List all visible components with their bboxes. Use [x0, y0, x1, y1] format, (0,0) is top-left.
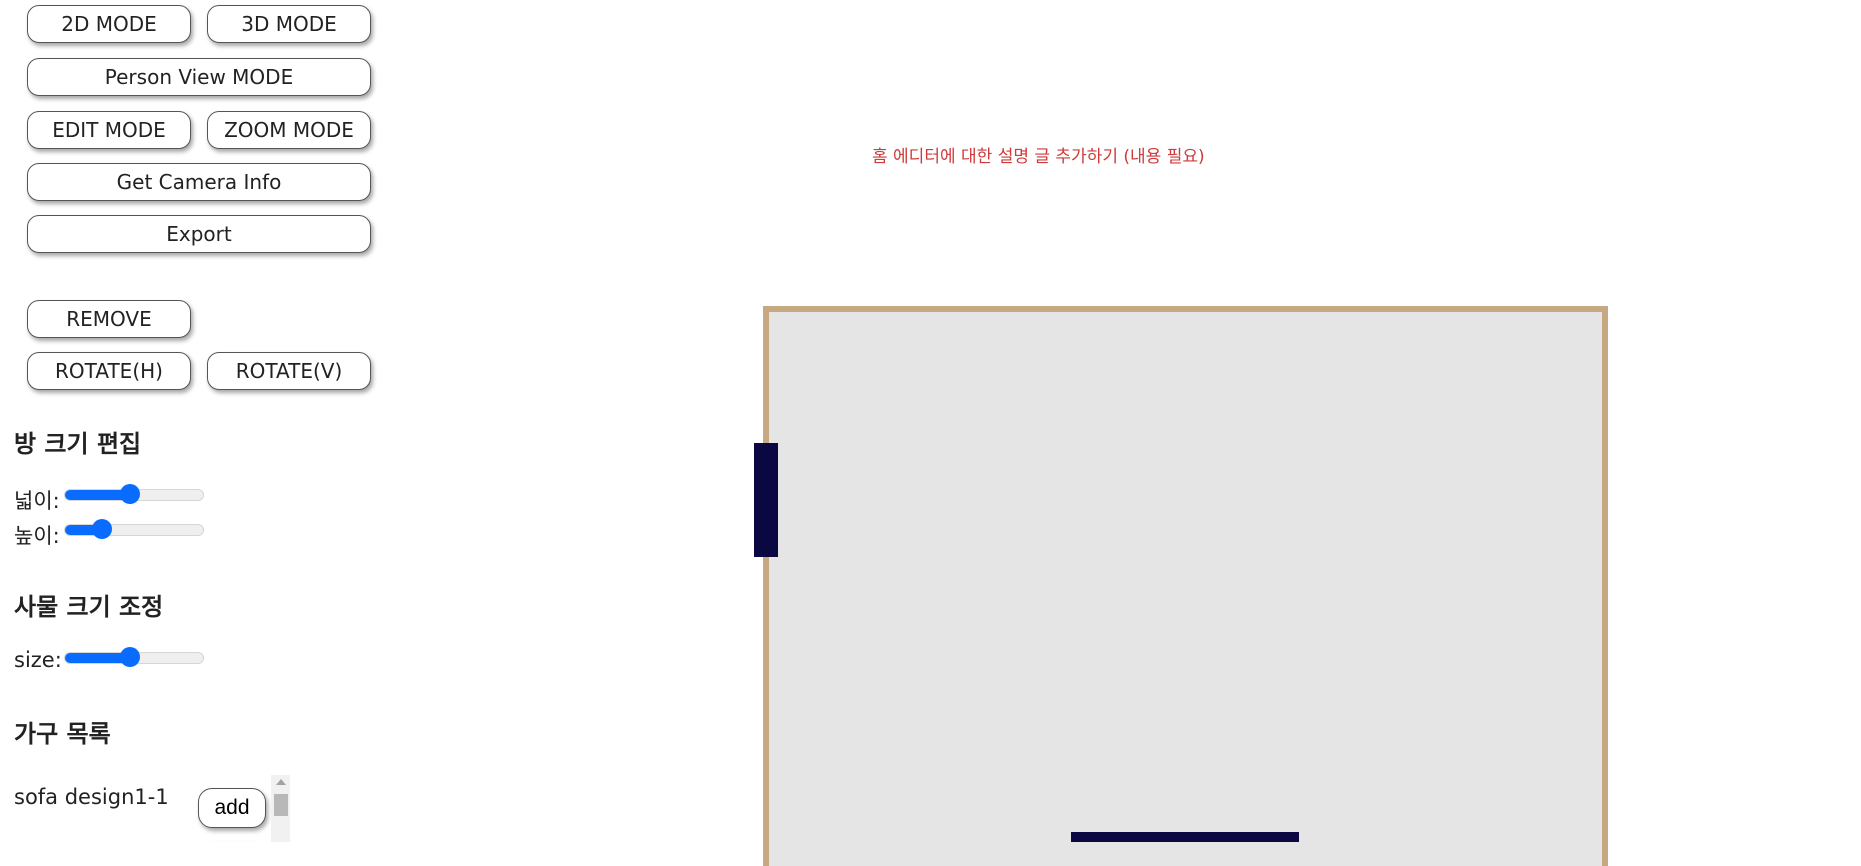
room-size-title: 방 크기 편집 — [14, 430, 142, 458]
editor-description: 홈 에디터에 대한 설명 글 추가하기 (내용 필요) — [872, 147, 1205, 167]
rotate-h-button[interactable]: ROTATE(H) — [27, 352, 191, 390]
furniture-name: sofa design1-1 — [14, 785, 169, 809]
door-bottom[interactable] — [1071, 832, 1299, 842]
furniture-list: sofa design1-1 add — [0, 770, 290, 842]
add-furniture-button[interactable]: add — [198, 788, 266, 828]
room-width-slider-thumb[interactable] — [119, 484, 140, 504]
export-button[interactable]: Export — [27, 215, 371, 253]
room-width-slider[interactable] — [64, 484, 204, 504]
object-size-slider-thumb[interactable] — [119, 647, 140, 667]
object-size-title: 사물 크기 조정 — [14, 593, 164, 621]
object-size-label: size: — [14, 648, 62, 672]
room-floor-plan[interactable] — [763, 306, 1608, 866]
door-left[interactable] — [754, 443, 778, 557]
furniture-list-title: 가구 목록 — [14, 720, 111, 748]
room-height-slider-thumb[interactable] — [92, 519, 113, 539]
person-view-mode-button[interactable]: Person View MODE — [27, 58, 371, 96]
edit-mode-button[interactable]: EDIT MODE — [27, 111, 191, 149]
zoom-mode-button[interactable]: ZOOM MODE — [207, 111, 371, 149]
2d-mode-button[interactable]: 2D MODE — [27, 5, 191, 43]
object-size-slider[interactable] — [64, 647, 204, 667]
scrollbar-thumb[interactable] — [274, 794, 288, 816]
room-height-label: 높이: — [14, 524, 60, 548]
rotate-v-button[interactable]: ROTATE(V) — [207, 352, 371, 390]
remove-button[interactable]: REMOVE — [27, 300, 191, 338]
room-height-slider[interactable] — [64, 519, 204, 539]
room-width-label: 넓이: — [14, 489, 60, 513]
furniture-list-scrollbar[interactable] — [271, 775, 290, 842]
3d-mode-button[interactable]: 3D MODE — [207, 5, 371, 43]
control-panel: 2D MODE 3D MODE Person View MODE EDIT MO… — [0, 0, 400, 842]
scroll-up-arrow-icon[interactable] — [276, 779, 286, 785]
get-camera-info-button[interactable]: Get Camera Info — [27, 163, 371, 201]
